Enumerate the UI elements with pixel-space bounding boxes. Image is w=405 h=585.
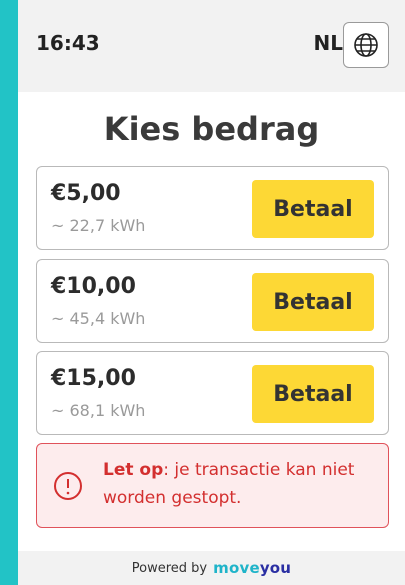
warning-text: Let op: je transactie kan niet worden ge…	[103, 456, 373, 512]
language-label[interactable]: NL	[314, 31, 343, 55]
powered-by-label: Powered by	[131, 560, 208, 576]
warning-box: Let op: je transactie kan niet worden ge…	[36, 443, 389, 528]
warning-label: Let op	[103, 460, 164, 480]
amount-value: €5,00	[51, 181, 121, 206]
brand-part-1: move	[213, 559, 260, 577]
brand-logo: moveyou	[213, 559, 291, 577]
language-button[interactable]	[343, 22, 389, 68]
amount-option-5: €5,00 ~ 22,7 kWh Betaal	[36, 166, 389, 250]
clock: 16:43	[36, 31, 100, 55]
amount-option-10: €10,00 ~ 45,4 kWh Betaal	[36, 259, 389, 343]
pay-button[interactable]: Betaal	[252, 180, 374, 238]
footer: Powered by moveyou	[18, 551, 405, 585]
energy-estimate: ~ 45,4 kWh	[51, 309, 146, 328]
pay-button[interactable]: Betaal	[252, 365, 374, 423]
page-title: Kies bedrag	[103, 110, 320, 148]
top-bar: 16:43 NL	[18, 0, 405, 92]
globe-icon	[354, 33, 378, 57]
amount-option-15: €15,00 ~ 68,1 kWh Betaal	[36, 351, 389, 435]
amount-value: €15,00	[51, 366, 136, 391]
app-screen: 16:43 NL Kies bedrag €5,00 ~ 22,7 kWh Be…	[18, 0, 405, 585]
brand-part-2: you	[259, 559, 292, 577]
alert-circle-icon	[54, 472, 82, 500]
energy-estimate: ~ 22,7 kWh	[51, 216, 146, 235]
energy-estimate: ~ 68,1 kWh	[51, 401, 146, 420]
pay-button[interactable]: Betaal	[252, 273, 374, 331]
amount-value: €10,00	[51, 274, 136, 299]
